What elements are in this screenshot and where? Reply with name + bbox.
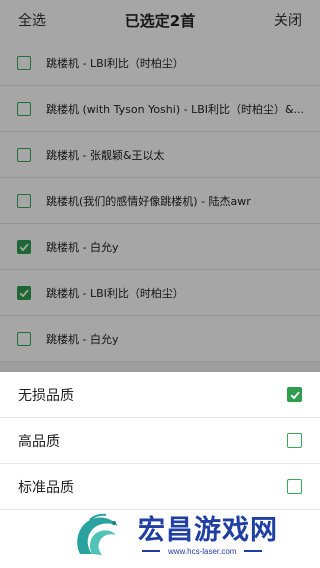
song-title: 跳楼机 - 张靓颖&王以太 — [46, 148, 165, 162]
select-all-button[interactable]: 全选 — [18, 10, 46, 30]
checkbox-icon[interactable] — [17, 331, 31, 346]
close-button[interactable]: 关闭 — [274, 10, 302, 30]
song-row[interactable]: 跳楼机 - 张靓颖&王以太 — [0, 132, 320, 178]
song-row[interactable]: 跳楼机(我们的感情好像跳楼机) - 陆杰awr — [0, 178, 320, 224]
song-title: 跳楼机 - 白允y — [46, 240, 119, 254]
song-title: 跳楼机 - 白允y — [46, 332, 119, 346]
watermark-name: 宏昌游戏网 — [138, 514, 278, 546]
checkbox-icon[interactable] — [287, 479, 302, 494]
checkbox-checked-icon[interactable] — [17, 239, 31, 254]
checkbox-icon[interactable] — [17, 101, 31, 116]
song-title: 跳楼机 - LBI利比（时柏尘） — [46, 56, 184, 70]
top-bar: 全选 已选定2首 关闭 — [0, 0, 320, 40]
checkbox-icon[interactable] — [17, 55, 31, 70]
quality-option-high[interactable]: 高品质 — [0, 418, 320, 464]
song-row[interactable]: 跳楼机 - LBI利比（时柏尘） — [0, 40, 320, 86]
quality-option-label: 标准品质 — [18, 479, 74, 496]
checkbox-icon[interactable] — [17, 147, 31, 162]
song-title: 跳楼机 - LBI利比（时柏尘） — [46, 286, 184, 300]
song-title: 跳楼机(我们的感情好像跳楼机) - 陆杰awr — [46, 194, 251, 208]
song-row[interactable]: 跳楼机 - LBI利比（时柏尘） — [0, 270, 320, 316]
song-list: 跳楼机 - LBI利比（时柏尘） 跳楼机 (with Tyson Yoshi) … — [0, 40, 320, 362]
song-title: 跳楼机 (with Tyson Yoshi) - LBI利比（时柏尘）&... — [46, 102, 305, 116]
watermark-url: www.hcs-laser.com — [168, 546, 237, 556]
checkbox-checked-icon[interactable] — [17, 285, 31, 300]
checkbox-checked-icon[interactable] — [287, 387, 302, 402]
watermark: 宏昌游戏网 www.hcs-laser.com — [70, 506, 315, 564]
song-row[interactable]: 跳楼机 (with Tyson Yoshi) - LBI利比（时柏尘）&... — [0, 86, 320, 132]
quality-option-standard[interactable]: 标准品质 — [0, 464, 320, 510]
quality-option-lossless[interactable]: 无损品质 — [0, 372, 320, 418]
quality-option-label: 高品质 — [18, 433, 60, 450]
song-row[interactable]: 跳楼机 - 白允y — [0, 224, 320, 270]
quality-option-label: 无损品质 — [18, 387, 74, 404]
song-row[interactable]: 跳楼机 - 白允y — [0, 316, 320, 362]
checkbox-icon[interactable] — [287, 433, 302, 448]
dragon-logo-icon — [77, 513, 118, 555]
page-title: 已选定2首 — [124, 11, 196, 30]
checkbox-icon[interactable] — [17, 193, 31, 208]
